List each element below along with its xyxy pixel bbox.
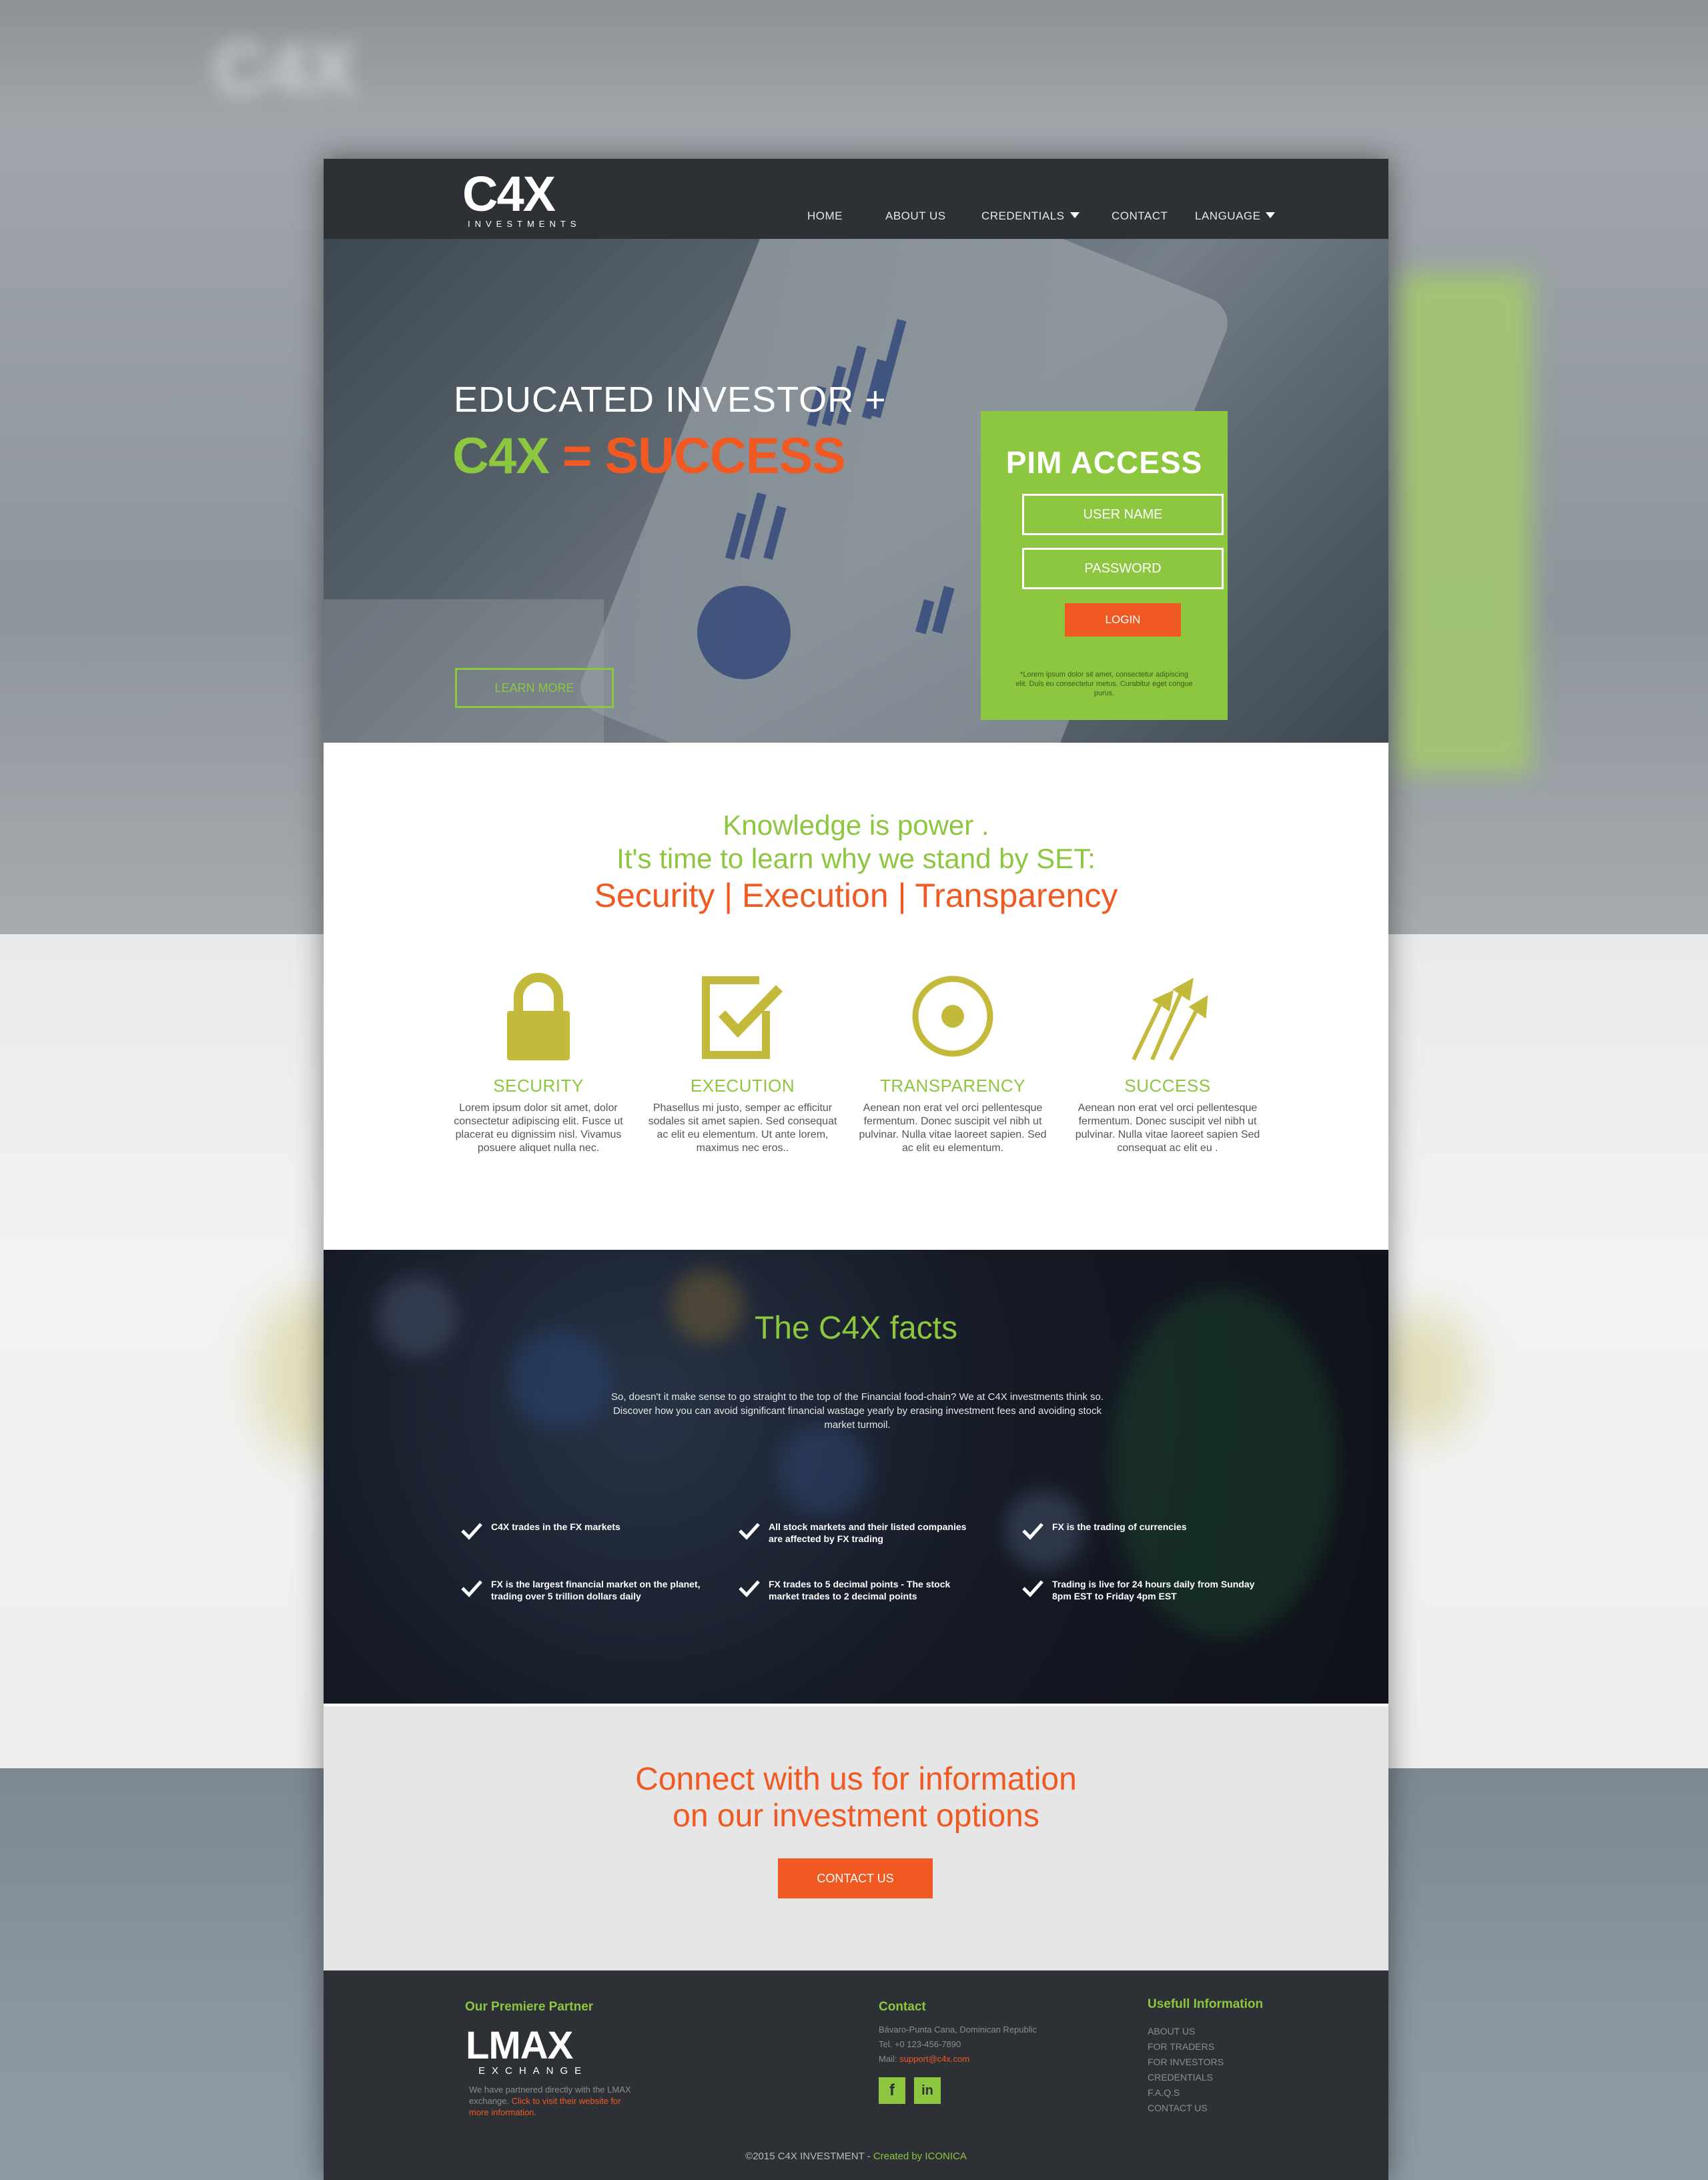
feature-title: EXECUTION [690, 1076, 795, 1096]
nav-language[interactable]: LANGUAGE [1195, 210, 1276, 223]
username-input[interactable] [1022, 494, 1224, 535]
copyright-text: ©2015 C4X INVESTMENT - [745, 2151, 873, 2162]
checkmark-icon [739, 1580, 760, 1597]
checkmark-icon [1022, 1580, 1043, 1597]
logo-text: C4X [462, 166, 556, 222]
checkmark-icon [1022, 1523, 1043, 1540]
mail-label: Mail: [879, 2054, 897, 2064]
backdrop-green-panel [1398, 274, 1531, 774]
connect-heading-line1: Connect with us for information [635, 1762, 1077, 1797]
chevron-down-icon [1070, 212, 1080, 218]
lmax-logo-text: LMAX [466, 2024, 573, 2067]
feature-transparency: TRANSPARENCY Aenean non erat vel orci pe… [856, 970, 1049, 1155]
chevron-down-icon [1266, 212, 1276, 218]
footer-link-contact[interactable]: CONTACT US [1148, 2101, 1224, 2116]
footer-link-about[interactable]: ABOUT US [1148, 2024, 1224, 2039]
nav-language-label: LANGUAGE [1195, 210, 1261, 222]
footer-link-traders[interactable]: FOR TRADERS [1148, 2039, 1224, 2055]
lmax-logo[interactable]: LMAX [466, 2024, 573, 2067]
feature-execution: EXECUTION Phasellus mi justo, semper ac … [646, 970, 839, 1155]
hero-subheadline: C4X = SUCCESS [452, 427, 846, 485]
nav-contact[interactable]: CONTACT [1112, 210, 1168, 223]
set-heading-line2: It's time to learn why we stand by SET: [616, 843, 1096, 874]
facts-title: The C4X facts [754, 1311, 958, 1346]
feature-description: Lorem ipsum dolor sit amet, dolor consec… [454, 1102, 623, 1154]
info-heading: Usefull Information [1148, 1997, 1264, 2011]
checkbox-icon [702, 976, 783, 1059]
backdrop-logo: C4X [214, 28, 356, 110]
fact-text: All stock markets and their listed compa… [769, 1521, 967, 1544]
connect-section: Connect with us for information on our i… [324, 1704, 1388, 1970]
nav-credentials-label: CREDENTIALS [981, 210, 1065, 222]
feature-success: SUCCESS Aenean non erat vel orci pellent… [1071, 970, 1264, 1155]
nav-about[interactable]: ABOUT US [885, 210, 946, 223]
site-header: C4X INVESTMENTS HOME ABOUT US CREDENTIAL… [324, 159, 1388, 239]
footer-link-investors[interactable]: FOR INVESTORS [1148, 2055, 1224, 2070]
mail-link[interactable]: support@c4x.com [899, 2054, 969, 2064]
fact-text: Trading is live for 24 hours daily from … [1052, 1579, 1255, 1601]
target-icon [912, 976, 993, 1057]
hero-equals: = [548, 428, 605, 484]
contact-us-button[interactable]: CONTACT US [778, 1858, 933, 1898]
connect-heading-line2: on our investment options [673, 1798, 1039, 1834]
checkmark-icon [461, 1580, 482, 1597]
hero-overlay [324, 239, 1388, 743]
footer-link-credentials[interactable]: CREDENTIALS [1148, 2070, 1224, 2085]
nav-credentials[interactable]: CREDENTIALS [981, 210, 1080, 223]
footer-link-faqs[interactable]: F.A.Q.S [1148, 2085, 1224, 2101]
contact-mail: Mail: support@c4x.com [879, 2052, 1037, 2067]
password-input[interactable] [1022, 548, 1224, 589]
footer-links: ABOUT US FOR TRADERS FOR INVESTORS CREDE… [1148, 2024, 1224, 2116]
set-heading-line3: Security | Execution | Transparency [594, 877, 1118, 914]
feature-title: SECURITY [493, 1076, 584, 1096]
checkmark-icon [739, 1523, 760, 1540]
pim-title: PIM ACCESS [1005, 445, 1203, 480]
pim-disclaimer: *Lorem ipsum dolor sit amet, consectetur… [1015, 671, 1193, 697]
set-section: Knowledge is power . It's time to learn … [324, 743, 1388, 1250]
lock-icon [507, 973, 570, 1060]
facebook-icon[interactable]: f [879, 2077, 905, 2104]
contact-phone: Tel. +0 123-456-7890 [879, 2039, 961, 2049]
pim-access-panel: PIM ACCESS LOGIN *Lorem ipsum dolor sit … [981, 411, 1228, 720]
fact-text: C4X trades in the FX markets [491, 1521, 620, 1532]
site-footer: Our Premiere Partner LMAX EXCHANGE We ha… [324, 1970, 1388, 2180]
feature-description: Aenean non erat vel orci pellentesque fe… [1075, 1102, 1260, 1154]
copyright: ©2015 C4X INVESTMENT - Created by ICONIC… [324, 2151, 1388, 2162]
hero-headline: EDUCATED INVESTOR + [454, 380, 887, 420]
hero-c4x: C4X [452, 428, 550, 484]
contact-address: Bávaro-Punta Cana, Dominican Republic [879, 2025, 1037, 2035]
page-mockup: C4X INVESTMENTS HOME ABOUT US CREDENTIAL… [324, 159, 1388, 2180]
creator-link[interactable]: Created by ICONICA [873, 2151, 967, 2162]
logo-subtext: INVESTMENTS [468, 219, 581, 229]
hero-section: EDUCATED INVESTOR + C4X = SUCCESS LEARN … [324, 239, 1388, 743]
learn-more-button[interactable]: LEARN MORE [455, 668, 614, 708]
lmax-logo-subtext: EXCHANGE [478, 2065, 588, 2077]
feature-description: Aenean non erat vel orci pellentesque fe… [859, 1102, 1047, 1154]
login-button[interactable]: LOGIN [1065, 603, 1181, 637]
fact-text: FX is the largest financial market on th… [491, 1579, 701, 1601]
fact-text: FX is the trading of currencies [1052, 1521, 1187, 1532]
c4x-logo[interactable]: C4X INVESTMENTS [462, 166, 581, 230]
hero-success: SUCCESS [604, 428, 845, 484]
linkedin-icon[interactable]: in [914, 2077, 941, 2104]
feature-security: SECURITY Lorem ipsum dolor sit amet, dol… [442, 970, 635, 1155]
facts-description: So, doesn't it make sense to go straight… [611, 1391, 1104, 1431]
contact-details: Bávaro-Punta Cana, Dominican Republic Te… [879, 2023, 1037, 2067]
partner-text: We have partnered directly with the LMAX… [469, 2084, 636, 2118]
feature-title: SUCCESS [1124, 1076, 1211, 1096]
feature-description: Phasellus mi justo, semper ac efficitur … [648, 1102, 837, 1154]
checkmark-icon [461, 1523, 482, 1540]
facts-section: The C4X facts So, doesn't it make sense … [324, 1250, 1388, 1704]
partner-heading: Our Premiere Partner [465, 2000, 594, 2014]
set-heading-line1: Knowledge is power . [723, 809, 989, 841]
fact-text: FX trades to 5 decimal points - The stoc… [769, 1579, 951, 1601]
nav-home[interactable]: HOME [807, 210, 843, 223]
feature-title: TRANSPARENCY [880, 1076, 1025, 1096]
arrows-up-icon [1132, 978, 1208, 1061]
contact-heading: Contact [879, 2000, 926, 2014]
